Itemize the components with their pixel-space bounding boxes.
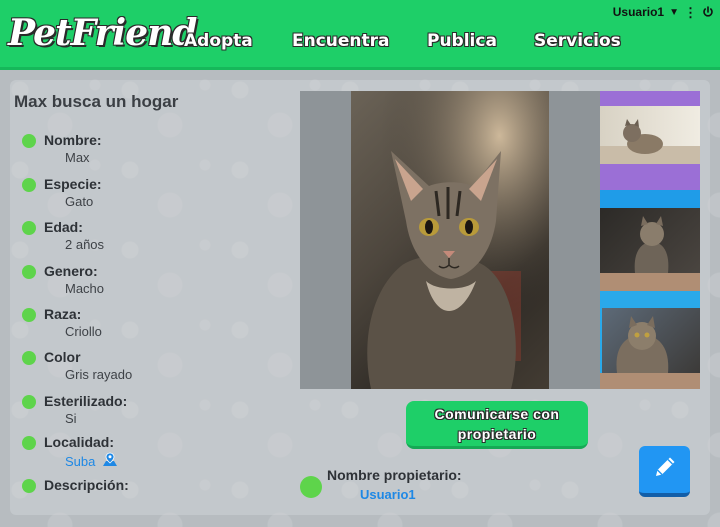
field-label: Esterilizado: <box>44 393 128 409</box>
bullet-dot <box>22 351 36 365</box>
location-value[interactable]: Suba <box>65 454 95 469</box>
thumbnail-photo[interactable] <box>600 208 700 273</box>
field-value: Gato <box>65 194 94 209</box>
field-label: Color <box>44 349 81 365</box>
bullet-dot <box>22 178 36 192</box>
kebab-menu-icon[interactable]: ⋮ <box>684 6 697 19</box>
contact-button-line1[interactable]: Comunicarse con <box>406 404 588 424</box>
map-pin-icon[interactable] <box>102 452 118 471</box>
field-label: Descripción: <box>44 477 129 493</box>
bullet-dot <box>22 134 36 148</box>
power-icon[interactable] <box>702 6 714 18</box>
bullet-dot <box>22 436 36 450</box>
main-photo-frame <box>300 91 600 389</box>
pet-main-photo <box>351 91 549 389</box>
bullet-dot <box>22 308 36 322</box>
field-label: Localidad: <box>44 434 115 450</box>
contact-owner-button[interactable]: Comunicarse con propietario <box>406 401 588 449</box>
owner-label: Nombre propietario: <box>327 467 462 483</box>
thumbnail-photo[interactable] <box>602 308 700 373</box>
brand-logo[interactable]: PetFriend <box>8 12 197 54</box>
bullet-dot <box>22 395 36 409</box>
field-value: Criollo <box>65 324 102 339</box>
owner-bullet-dot <box>300 476 322 498</box>
field-value: Gris rayado <box>65 367 133 382</box>
chevron-down-icon[interactable]: ▼ <box>669 7 679 18</box>
page-title: Max busca un hogar <box>14 92 179 111</box>
bullet-dot <box>22 221 36 235</box>
field-label: Genero: <box>44 263 98 279</box>
field-label: Especie: <box>44 176 102 192</box>
top-navbar: PetFriend Adopta Encuentra Publica Servi… <box>0 0 720 70</box>
field-value: 2 años <box>65 237 105 252</box>
field-value: Macho <box>65 281 105 296</box>
thumbnail-strip <box>600 373 700 389</box>
bullet-dot <box>22 479 36 493</box>
nav-publica[interactable]: Publica <box>427 31 497 51</box>
field-value: Si <box>65 411 77 426</box>
thumbnail-1[interactable] <box>600 91 700 190</box>
username[interactable]: Usuario1 <box>613 5 664 19</box>
thumbnail-photo[interactable] <box>600 106 700 164</box>
field-label: Raza: <box>44 306 82 322</box>
thumbnail-strip <box>600 273 700 291</box>
pencil-icon[interactable] <box>651 453 679 486</box>
thumbnail-3[interactable] <box>600 291 700 389</box>
user-menu[interactable]: Usuario1 ▼ ⋮ <box>613 5 714 19</box>
field-label: Nombre: <box>44 132 102 148</box>
nav-servicios[interactable]: Servicios <box>534 31 621 51</box>
field-label: Edad: <box>44 219 83 235</box>
nav-adopta[interactable]: Adopta <box>184 31 253 51</box>
edit-button[interactable] <box>639 446 690 497</box>
location-link[interactable]: Suba <box>65 452 118 471</box>
thumbnail-2[interactable] <box>600 190 700 291</box>
bullet-dot <box>22 265 36 279</box>
owner-name-link[interactable]: Usuario1 <box>360 487 416 502</box>
field-value: Max <box>65 150 90 165</box>
contact-button-line2[interactable]: propietario <box>406 424 588 444</box>
nav-encuentra[interactable]: Encuentra <box>292 31 390 51</box>
